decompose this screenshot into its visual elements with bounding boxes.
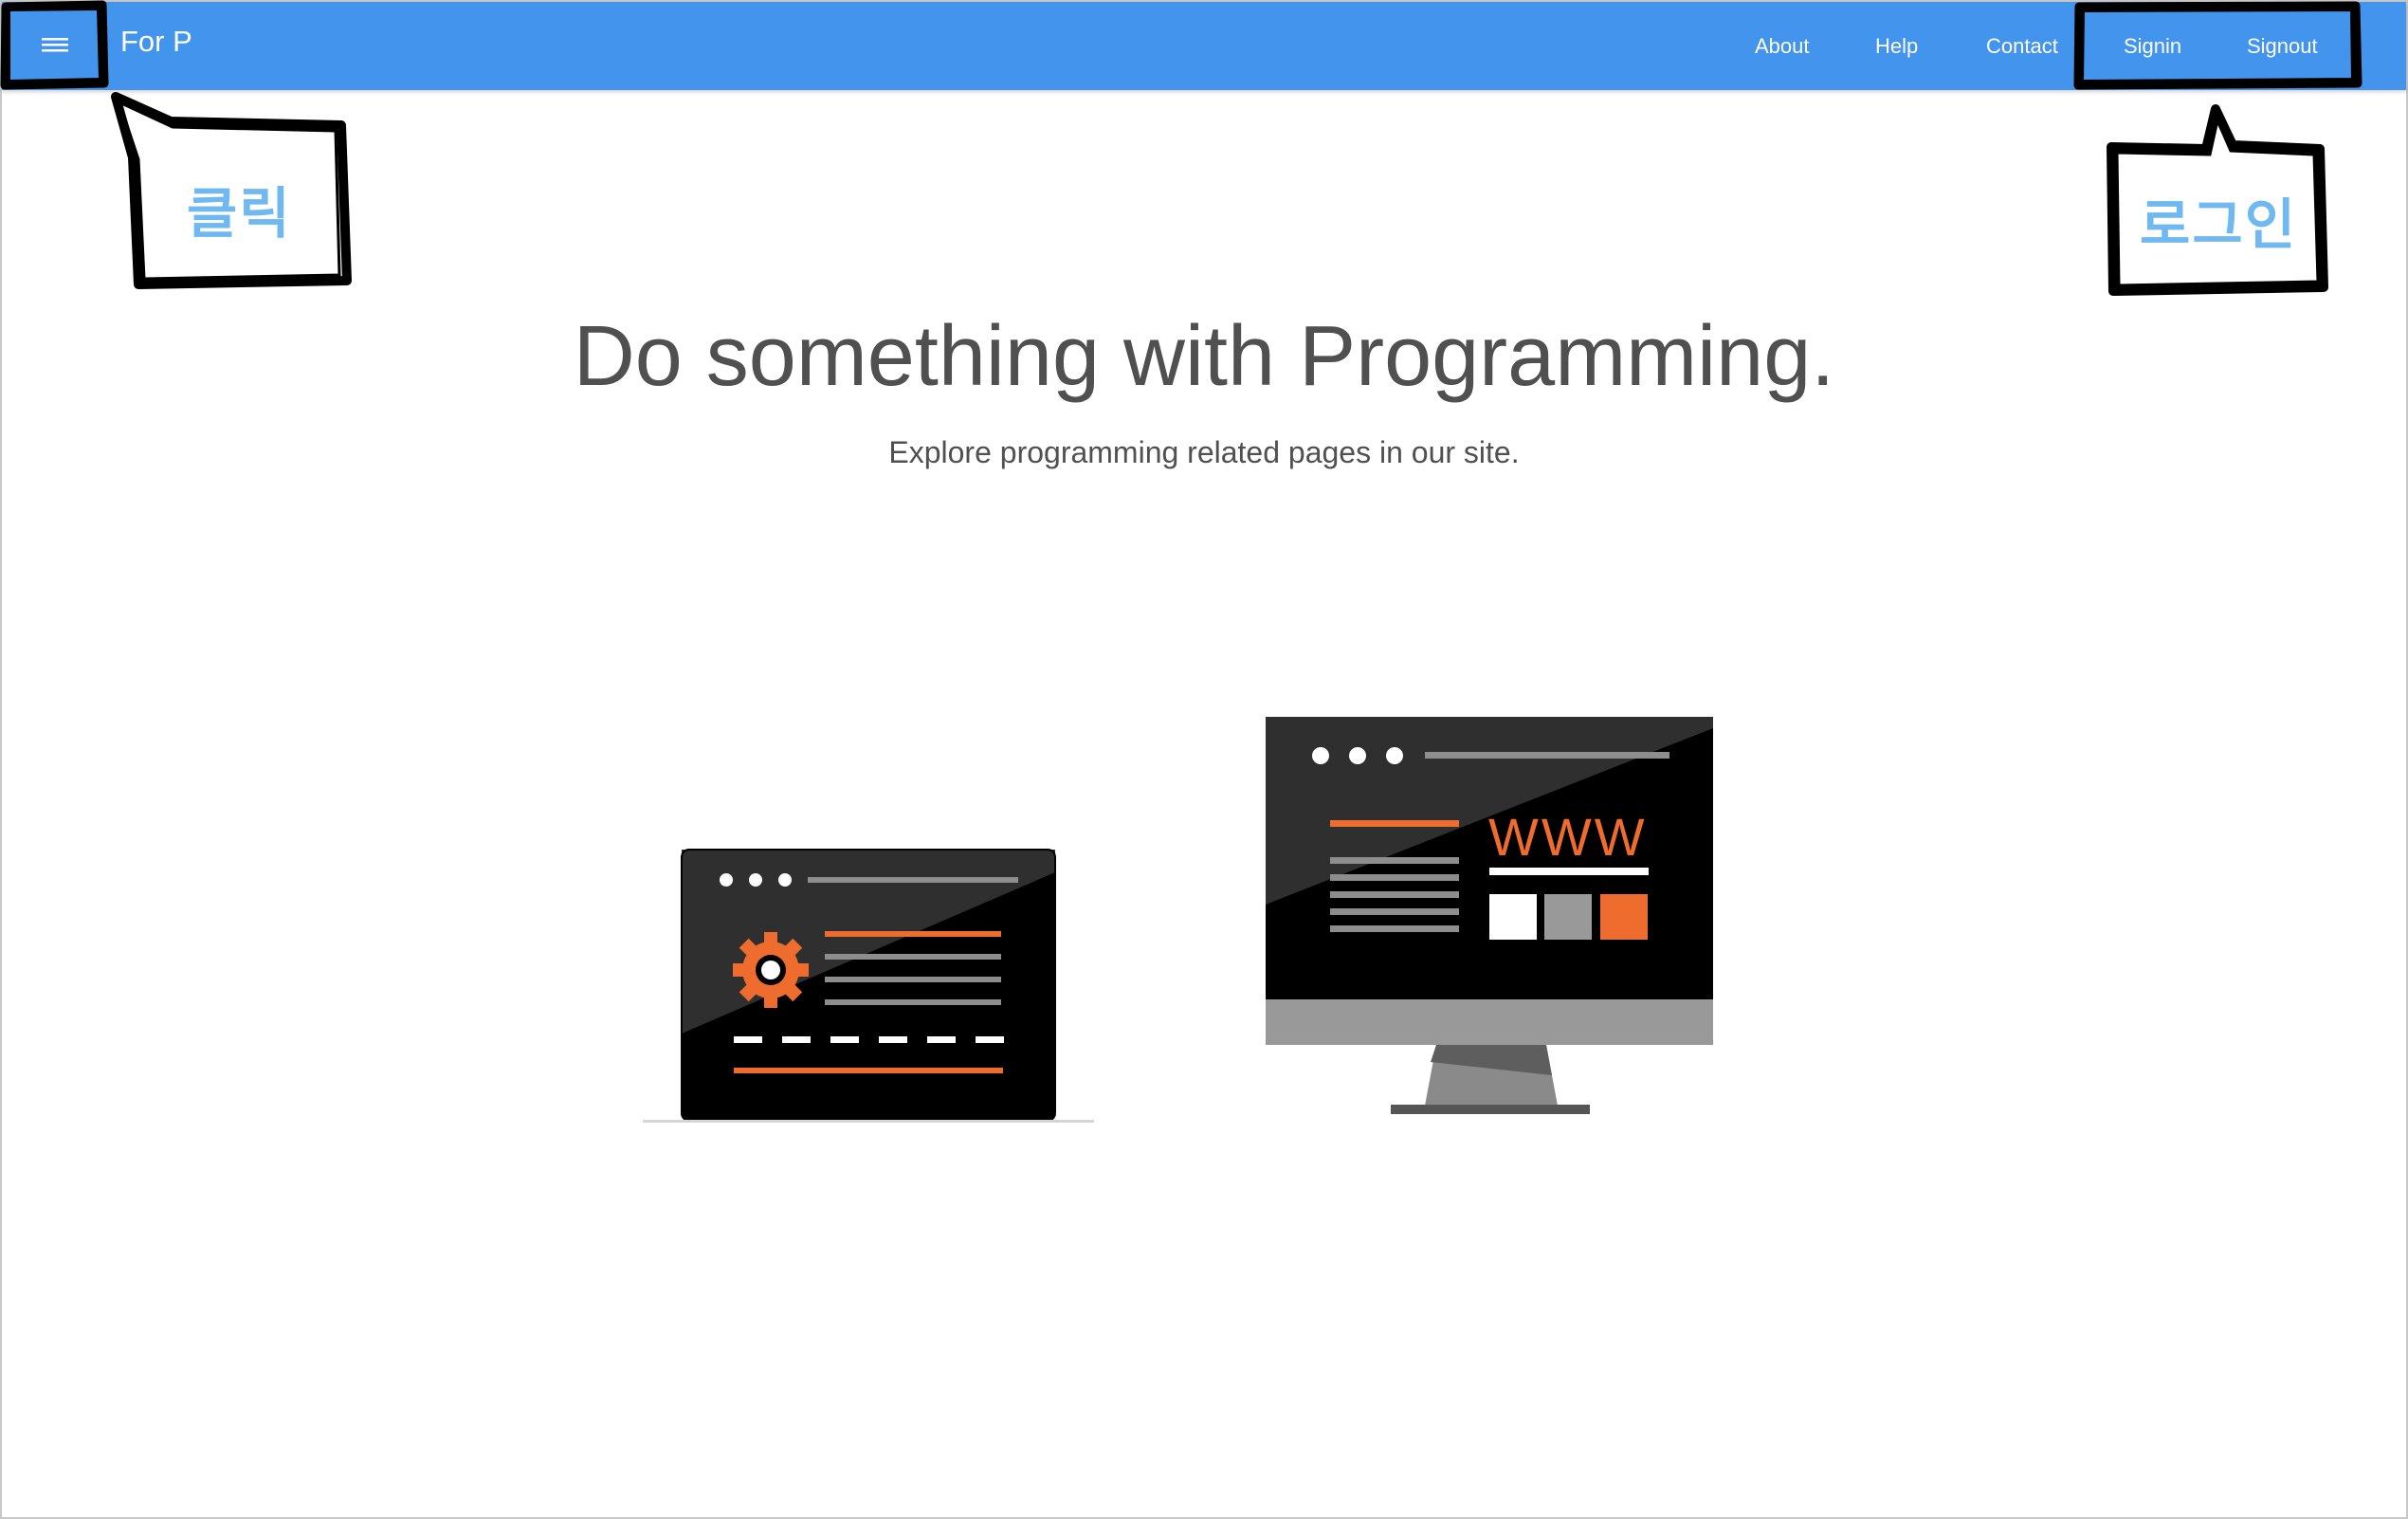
menu-callout-text: 클릭 bbox=[187, 181, 292, 246]
auth-callout-text: 로그인 bbox=[2140, 192, 2298, 257]
laptop-illustration bbox=[643, 849, 1094, 1123]
auth-highlight-marker bbox=[2073, 1, 2362, 90]
page-frame bbox=[0, 0, 2408, 1519]
top-navbar: For P About Help Contact Signin Signout bbox=[2, 2, 2406, 90]
hero-subtitle: Explore programming related pages in our… bbox=[888, 435, 1520, 469]
nav-link-contact[interactable]: Contact bbox=[1986, 34, 2058, 59]
hero-title: Do something with Programming. bbox=[573, 309, 1835, 404]
nav-link-help[interactable]: Help bbox=[1875, 34, 1918, 59]
menu-highlight-marker bbox=[0, 0, 109, 90]
monitor-illustration: WWW bbox=[1266, 717, 1713, 1114]
nav-link-about[interactable]: About bbox=[1755, 34, 1810, 59]
monitor-www-text: WWW bbox=[1488, 807, 1648, 867]
brand-logo-text[interactable]: For P bbox=[120, 25, 192, 59]
gear-icon bbox=[733, 932, 809, 1008]
